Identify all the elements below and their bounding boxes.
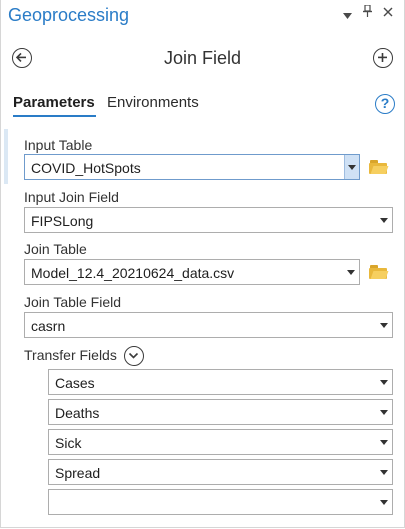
- join-table-dropdown[interactable]: Model_12.4_20210624_data.csv: [24, 259, 360, 285]
- active-parameter-marker: [4, 129, 8, 184]
- input-table-dropdown[interactable]: COVID_HotSpots: [24, 154, 360, 180]
- input-table-value: COVID_HotSpots: [31, 160, 141, 176]
- transfer-field-dropdown[interactable]: Cases: [48, 369, 393, 395]
- chevron-down-icon: [380, 380, 388, 385]
- chevron-down-icon: [347, 270, 355, 275]
- transfer-field-value: Spread: [55, 465, 101, 481]
- input-join-field-label: Input Join Field: [24, 189, 119, 205]
- transfer-field-dropdown[interactable]: Spread: [48, 459, 393, 485]
- chevron-down-icon: [348, 165, 356, 170]
- pane-title-bar: Geoprocessing: [0, 0, 405, 34]
- close-icon[interactable]: [383, 4, 393, 20]
- transfer-field-value: Cases: [55, 375, 95, 391]
- browse-folder-icon[interactable]: [369, 160, 389, 174]
- chevron-down-icon: [380, 470, 388, 475]
- chevron-down-icon: [380, 218, 388, 223]
- chevron-down-icon: [380, 500, 388, 505]
- pin-icon[interactable]: [363, 4, 372, 20]
- transfer-field-value: Sick: [55, 435, 82, 451]
- chevron-down-icon: [380, 410, 388, 415]
- browse-folder-icon[interactable]: [369, 265, 389, 279]
- transfer-fields-label: Transfer Fields: [24, 347, 117, 363]
- expand-button[interactable]: [124, 346, 144, 366]
- pane-menu-icon[interactable]: [343, 8, 352, 22]
- add-icon: [378, 53, 387, 62]
- help-icon[interactable]: ?: [375, 94, 395, 114]
- join-table-label: Join Table: [24, 241, 87, 257]
- chevron-down-icon: [380, 440, 388, 445]
- dropdown-button[interactable]: [344, 155, 359, 179]
- join-table-field-dropdown[interactable]: casrn: [24, 312, 393, 338]
- chevron-down-icon: [380, 323, 388, 328]
- input-join-field-value: FIPSLong: [31, 213, 94, 229]
- join-table-field-label: Join Table Field: [24, 294, 122, 310]
- chevron-down-icon: [128, 352, 139, 359]
- tab-parameters[interactable]: Parameters: [13, 94, 95, 111]
- active-tab-indicator: [13, 115, 96, 117]
- input-join-field-dropdown[interactable]: FIPSLong: [24, 207, 393, 233]
- join-table-field-value: casrn: [31, 318, 66, 334]
- pane-title: Geoprocessing: [8, 5, 130, 25]
- input-table-label: Input Table: [24, 137, 93, 153]
- tab-environments[interactable]: Environments: [107, 94, 199, 111]
- add-button[interactable]: [373, 48, 393, 68]
- transfer-field-dropdown[interactable]: Sick: [48, 429, 393, 455]
- transfer-field-dropdown-empty[interactable]: [48, 489, 393, 515]
- join-table-value: Model_12.4_20210624_data.csv: [31, 265, 235, 281]
- transfer-field-value: Deaths: [55, 405, 100, 421]
- tool-title: Join Field: [163, 48, 242, 68]
- transfer-field-dropdown[interactable]: Deaths: [48, 399, 393, 425]
